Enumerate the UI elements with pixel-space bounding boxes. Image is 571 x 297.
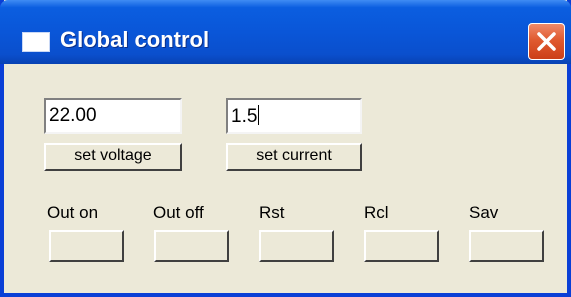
out-on-label: Out on xyxy=(47,203,99,222)
rcl-label: Rcl xyxy=(364,203,389,222)
close-icon xyxy=(537,32,556,51)
sav-label: Sav xyxy=(469,203,499,222)
out-off-button[interactable] xyxy=(154,230,229,262)
out-on-button[interactable] xyxy=(49,230,124,262)
sav-button[interactable] xyxy=(469,230,544,262)
out-off-label: Out off xyxy=(153,203,204,222)
close-button[interactable] xyxy=(528,23,565,60)
voltage-input[interactable]: 22.00 xyxy=(44,98,182,134)
rst-button[interactable] xyxy=(259,230,334,262)
set-current-button[interactable]: set current xyxy=(226,143,362,171)
rst-label: Rst xyxy=(259,203,285,222)
rcl-button[interactable] xyxy=(364,230,439,262)
current-value: 1.5 xyxy=(231,106,258,127)
title-bar[interactable]: Global control xyxy=(0,0,571,64)
current-input[interactable]: 1.5 xyxy=(226,98,362,134)
text-caret xyxy=(258,105,260,125)
window-icon xyxy=(22,32,50,52)
window-title: Global control xyxy=(60,27,210,52)
voltage-value: 22.00 xyxy=(49,105,97,126)
set-voltage-button[interactable]: set voltage xyxy=(44,143,182,171)
